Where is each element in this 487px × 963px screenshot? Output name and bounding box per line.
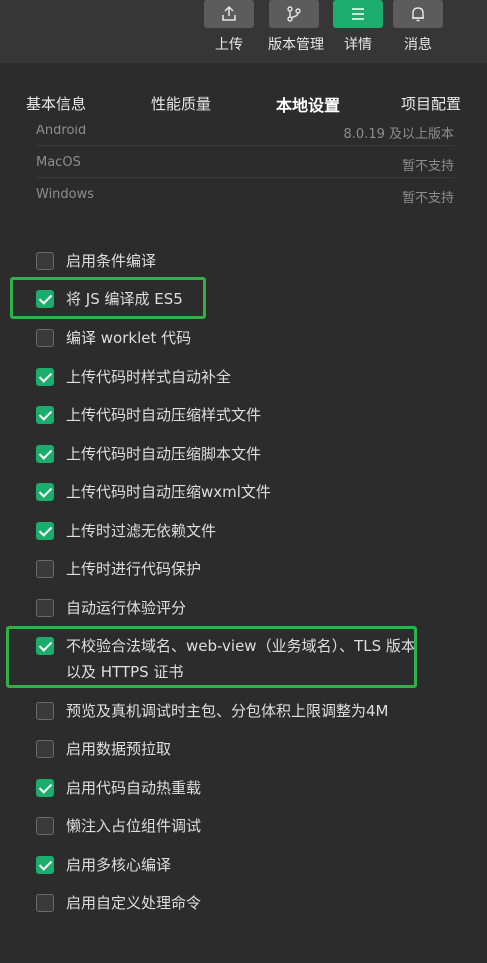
details-button-box[interactable] [333,0,383,28]
option-label: 启用自定义处理命令 [66,894,202,912]
details-label: 详情 [344,37,372,53]
checkbox[interactable] [36,368,54,386]
platform-row-macos: MacOS 暂不支持 [36,155,454,174]
option-label: 将 JS 编译成 ES5 [66,290,183,308]
checkbox[interactable] [36,856,54,874]
option-label: 启用条件编译 [66,252,157,270]
checkbox[interactable] [36,894,54,912]
platform-row-android: Android 8.0.19 及以上版本 [36,125,454,142]
checkbox[interactable] [36,599,54,617]
option-label: 自动运行体验评分 [66,599,187,617]
platform-value: 暂不支持 [401,191,454,206]
option-label: 启用多核心编译 [66,856,172,874]
tab-project-config[interactable]: 项目配置 [401,93,461,114]
platform-row-windows: Windows 暂不支持 [36,187,454,206]
checkbox[interactable] [36,560,54,578]
option-label: 不校验合法域名、web-view（业务域名）、TLS 版本以及 HTTPS 证书 [66,637,416,681]
checkbox[interactable] [36,406,54,424]
option-label: 上传代码时自动压缩wxml文件 [66,483,271,501]
tab-basic-info[interactable]: 基本信息 [26,93,86,114]
menu-icon [352,8,364,20]
checkbox[interactable] [36,329,54,347]
platform-name: Android [36,125,87,138]
upload-button-box[interactable] [204,0,254,28]
option-label: 上传代码时样式自动补全 [66,368,232,386]
settings-tabs: 基本信息 性能质量 本地设置 项目配置 [0,63,487,125]
option-label: 预览及真机调试时主包、分包体积上限调整为4M [66,702,389,720]
checkbox[interactable] [36,637,54,655]
version-manage-button[interactable]: 版本管理 [268,0,324,60]
platform-name: Windows [36,187,95,202]
checkbox[interactable] [36,445,54,463]
option-label: 上传时过滤无依赖文件 [66,522,217,540]
divider [36,177,454,178]
option-label: 上传代码时自动压缩脚本文件 [66,445,262,463]
checkbox[interactable] [36,290,54,308]
upload-label: 上传 [215,37,243,53]
checkbox[interactable] [36,252,54,270]
messages-button-box[interactable] [393,0,443,28]
option-label: 编译 worklet 代码 [66,329,192,347]
platform-name: MacOS [36,155,81,170]
checkbox[interactable] [36,483,54,501]
messages-label: 消息 [404,37,432,53]
version-manage-button-box[interactable] [269,0,319,28]
bell-icon [412,7,424,22]
checkbox[interactable] [36,817,54,835]
messages-button[interactable]: 消息 [392,0,444,60]
top-toolbar: 上传 版本管理 详情 消息 [0,0,487,63]
checkbox[interactable] [36,779,54,797]
checkbox[interactable] [36,522,54,540]
upload-button[interactable]: 上传 [203,0,255,60]
platform-support-list: Android 8.0.19 及以上版本 MacOS 暂不支持 Windows … [0,125,487,215]
divider [36,145,454,146]
version-manage-label: 版本管理 [268,37,324,53]
option-label: 启用代码自动热重载 [66,779,202,797]
option-label: 上传时进行代码保护 [66,560,202,578]
checkbox[interactable] [36,702,54,720]
checkbox[interactable] [36,740,54,758]
option-label: 懒注入占位组件调试 [66,817,202,835]
details-button[interactable]: 详情 [332,0,384,60]
platform-value: 8.0.19 及以上版本 [343,127,454,142]
tab-local-settings[interactable]: 本地设置 [276,92,340,116]
tab-performance[interactable]: 性能质量 [151,93,211,114]
platform-value: 暂不支持 [401,159,454,174]
upload-icon [222,5,236,21]
branch-icon [287,6,301,22]
option-label: 上传代码时自动压缩样式文件 [66,406,262,424]
option-label: 启用数据预拉取 [66,740,172,758]
